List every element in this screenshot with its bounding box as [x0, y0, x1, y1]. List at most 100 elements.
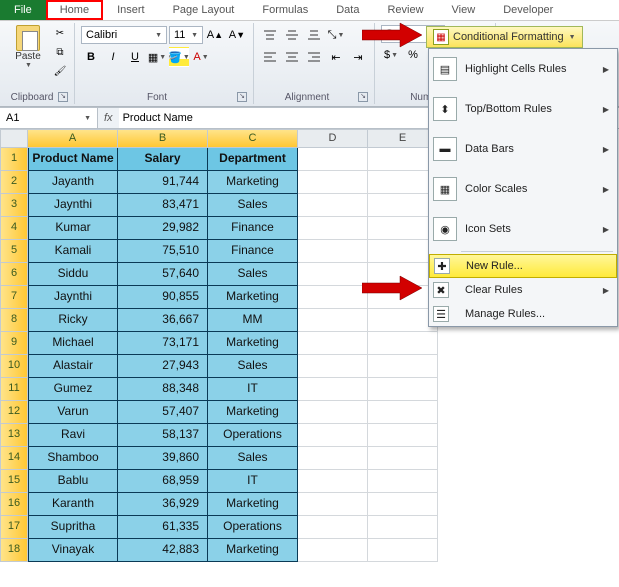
tab-formulas[interactable]: Formulas	[248, 0, 322, 20]
row-header[interactable]: 10	[0, 355, 28, 378]
cell[interactable]	[298, 148, 368, 171]
cell[interactable]	[298, 470, 368, 493]
conditional-formatting-button[interactable]: ▦ Conditional Formatting ▼	[426, 26, 583, 48]
cell[interactable]: 61,335	[118, 516, 208, 539]
cell[interactable]: Alastair	[28, 355, 118, 378]
cell[interactable]	[298, 447, 368, 470]
cell[interactable]: Product Name	[28, 148, 118, 171]
name-box[interactable]: A1▼	[0, 108, 98, 128]
grow-font-button[interactable]: A▲	[205, 25, 225, 45]
cell[interactable]	[368, 447, 438, 470]
cell[interactable]: Shamboo	[28, 447, 118, 470]
cell[interactable]: Kamali	[28, 240, 118, 263]
cell[interactable]: 58,137	[118, 424, 208, 447]
tab-review[interactable]: Review	[373, 0, 437, 20]
menu-clear-rules[interactable]: ✖Clear Rules▶	[429, 278, 617, 302]
row-header[interactable]: 9	[0, 332, 28, 355]
cell[interactable]	[298, 493, 368, 516]
bold-button[interactable]: B	[81, 47, 101, 67]
cell[interactable]	[298, 401, 368, 424]
cell[interactable]: 29,982	[118, 217, 208, 240]
cell[interactable]: Marketing	[208, 401, 298, 424]
cell[interactable]: 39,860	[118, 447, 208, 470]
col-header-b[interactable]: B	[118, 129, 208, 148]
cell[interactable]: 42,883	[118, 539, 208, 562]
align-right-button[interactable]	[304, 47, 324, 67]
menu-manage-rules[interactable]: ☰Manage Rules...	[429, 302, 617, 326]
row-header[interactable]: 4	[0, 217, 28, 240]
cell[interactable]: IT	[208, 378, 298, 401]
row-header[interactable]: 6	[0, 263, 28, 286]
cell[interactable]	[368, 401, 438, 424]
cell[interactable]	[298, 516, 368, 539]
row-header[interactable]: 8	[0, 309, 28, 332]
cell[interactable]: Marketing	[208, 539, 298, 562]
row-header[interactable]: 3	[0, 194, 28, 217]
row-header[interactable]: 5	[0, 240, 28, 263]
italic-button[interactable]: I	[103, 47, 123, 67]
cell[interactable]	[368, 355, 438, 378]
select-all-corner[interactable]	[0, 129, 28, 148]
cell[interactable]: 68,959	[118, 470, 208, 493]
cell[interactable]: Ravi	[28, 424, 118, 447]
align-center-button[interactable]	[282, 47, 302, 67]
tab-file[interactable]: File	[0, 0, 46, 20]
cell[interactable]	[368, 424, 438, 447]
row-header[interactable]: 7	[0, 286, 28, 309]
cell[interactable]	[298, 286, 368, 309]
menu-new-rule[interactable]: ✚New Rule...	[429, 254, 617, 278]
cell[interactable]: Marketing	[208, 493, 298, 516]
col-header-d[interactable]: D	[298, 129, 368, 148]
cell[interactable]: 75,510	[118, 240, 208, 263]
cell[interactable]: 36,667	[118, 309, 208, 332]
cut-button[interactable]: ✂	[52, 25, 68, 41]
font-name-select[interactable]: Calibri▼	[81, 26, 167, 44]
copy-button[interactable]: ⧉	[52, 44, 68, 60]
cell[interactable]: Jayanth	[28, 171, 118, 194]
cell[interactable]: IT	[208, 470, 298, 493]
cell[interactable]: Jaynthi	[28, 286, 118, 309]
menu-color-scales[interactable]: ▦Color Scales▶	[429, 169, 617, 209]
paste-button[interactable]: Paste ▼	[10, 25, 46, 69]
cell[interactable]: Finance	[208, 240, 298, 263]
cell[interactable]: Operations	[208, 424, 298, 447]
cell[interactable]: Varun	[28, 401, 118, 424]
row-header[interactable]: 12	[0, 401, 28, 424]
align-bottom-button[interactable]	[304, 25, 324, 45]
increase-indent-button[interactable]: ⇥	[348, 47, 368, 67]
cell[interactable]	[368, 470, 438, 493]
row-header[interactable]: 11	[0, 378, 28, 401]
cell[interactable]: Operations	[208, 516, 298, 539]
dialog-launcher-icon[interactable]: ↘	[237, 92, 247, 102]
cell[interactable]: Supritha	[28, 516, 118, 539]
row-header[interactable]: 1	[0, 148, 28, 171]
cell[interactable]	[298, 332, 368, 355]
menu-highlight-cells[interactable]: ▤Highlight Cells Rules▶	[429, 49, 617, 89]
cell[interactable]: 73,171	[118, 332, 208, 355]
cell[interactable]: 88,348	[118, 378, 208, 401]
row-header[interactable]: 18	[0, 539, 28, 562]
cell[interactable]: MM	[208, 309, 298, 332]
cell[interactable]: Marketing	[208, 332, 298, 355]
col-header-a[interactable]: A	[28, 129, 118, 148]
tab-page-layout[interactable]: Page Layout	[159, 0, 249, 20]
cell[interactable]: Siddu	[28, 263, 118, 286]
cell[interactable]: 27,943	[118, 355, 208, 378]
dialog-launcher-icon[interactable]: ↘	[58, 92, 68, 102]
cell[interactable]: Department	[208, 148, 298, 171]
menu-icon-sets[interactable]: ◉Icon Sets▶	[429, 209, 617, 249]
tab-data[interactable]: Data	[322, 0, 373, 20]
align-top-button[interactable]	[260, 25, 280, 45]
cell[interactable]	[368, 493, 438, 516]
orientation-button[interactable]: ⤡▼	[326, 25, 346, 45]
cell[interactable]: Sales	[208, 194, 298, 217]
row-header[interactable]: 16	[0, 493, 28, 516]
row-header[interactable]: 2	[0, 171, 28, 194]
cell[interactable]: Sales	[208, 263, 298, 286]
row-header[interactable]: 13	[0, 424, 28, 447]
cell[interactable]	[298, 171, 368, 194]
cell[interactable]: Bablu	[28, 470, 118, 493]
cell[interactable]: 83,471	[118, 194, 208, 217]
cell[interactable]	[298, 539, 368, 562]
menu-top-bottom[interactable]: ⬍Top/Bottom Rules▶	[429, 89, 617, 129]
